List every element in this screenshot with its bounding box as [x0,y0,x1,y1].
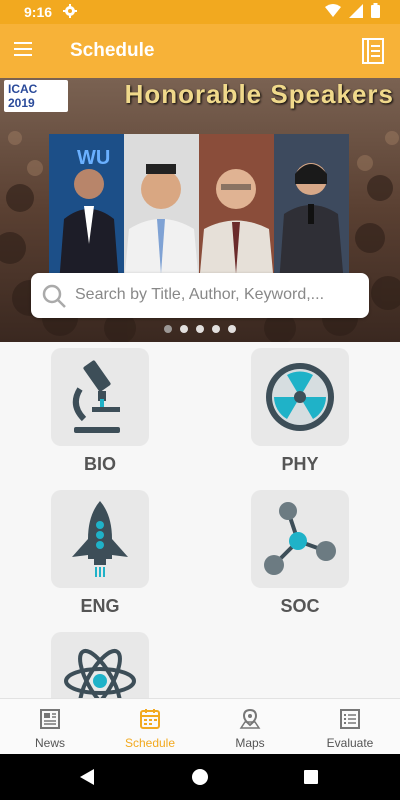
carousel-dot[interactable] [228,325,236,333]
calendar-icon [140,709,160,729]
system-navigation-bar [0,754,400,800]
speaker-photo-sign-text: WU [77,147,110,169]
map-pin-icon [239,708,261,729]
carousel-dot[interactable] [212,325,220,333]
carousel-dot[interactable] [164,325,172,333]
back-icon[interactable] [80,769,96,785]
status-time: 9:16 [24,4,53,20]
category-eng-button[interactable]: ENG [50,490,150,617]
nav-label: Schedule [124,736,176,750]
carousel-dot[interactable] [196,325,204,333]
newspaper-icon [40,709,60,729]
category-phy-button[interactable]: PHY [250,348,350,475]
speaker-photo [274,134,349,284]
search-input[interactable]: Search by Title, Author, Keyword,... [75,286,324,304]
recent-apps-icon[interactable] [304,770,318,784]
search-icon [42,284,66,308]
microscope-icon [72,360,120,433]
network-icon [264,502,336,575]
nav-news[interactable]: News [0,699,100,754]
checklist-icon [340,709,360,729]
nav-label: Maps [235,736,265,750]
speaker-photos: WU [49,134,349,284]
nav-evaluate[interactable]: Evaluate [300,699,400,754]
category-bio-button[interactable]: BIO [50,348,150,475]
radiation-icon [266,363,334,431]
home-icon[interactable] [192,769,208,785]
menu-icon[interactable] [14,38,42,64]
speaker-photo [124,134,199,284]
app-bar: Schedule [0,24,400,78]
proceedings-book-icon[interactable] [362,38,384,64]
search-bar[interactable]: Search by Title, Author, Keyword,... [31,273,369,318]
nav-label: News [34,736,65,750]
category-soc-button[interactable]: SOC [250,490,350,617]
bottom-navigation: News Schedule Maps Evaluate [0,698,400,754]
wifi-icon [325,3,341,17]
page-title: Schedule [70,40,155,61]
banner-heading: Honorable Speakers [124,79,394,109]
nav-label: Evaluate [326,736,374,750]
status-bar: 9:16 [0,0,400,24]
nav-maps[interactable]: Maps [200,699,300,754]
speaker-photo: WU [49,134,124,284]
settings-gear-icon [63,4,77,21]
conference-logo: ICAC 2019 [4,80,68,112]
nav-schedule[interactable]: Schedule [100,699,200,754]
category-label: BIO [83,454,116,474]
rocket-icon [72,501,128,577]
speakers-banner[interactable]: ICAC 2019 Honorable Speakers WU Search b… [0,78,400,342]
atom-icon [64,648,136,698]
speaker-photo [199,134,274,284]
category-label: PHY [281,454,319,474]
carousel-dots [0,325,400,333]
carousel-dot[interactable] [180,325,188,333]
category-label: ENG [80,596,120,616]
signal-icon [349,3,363,18]
category-grid: BIO PHY ENG SOC [0,342,400,698]
battery-icon [371,3,380,18]
category-label: SOC [280,596,320,616]
category-chem-button[interactable] [50,632,150,698]
